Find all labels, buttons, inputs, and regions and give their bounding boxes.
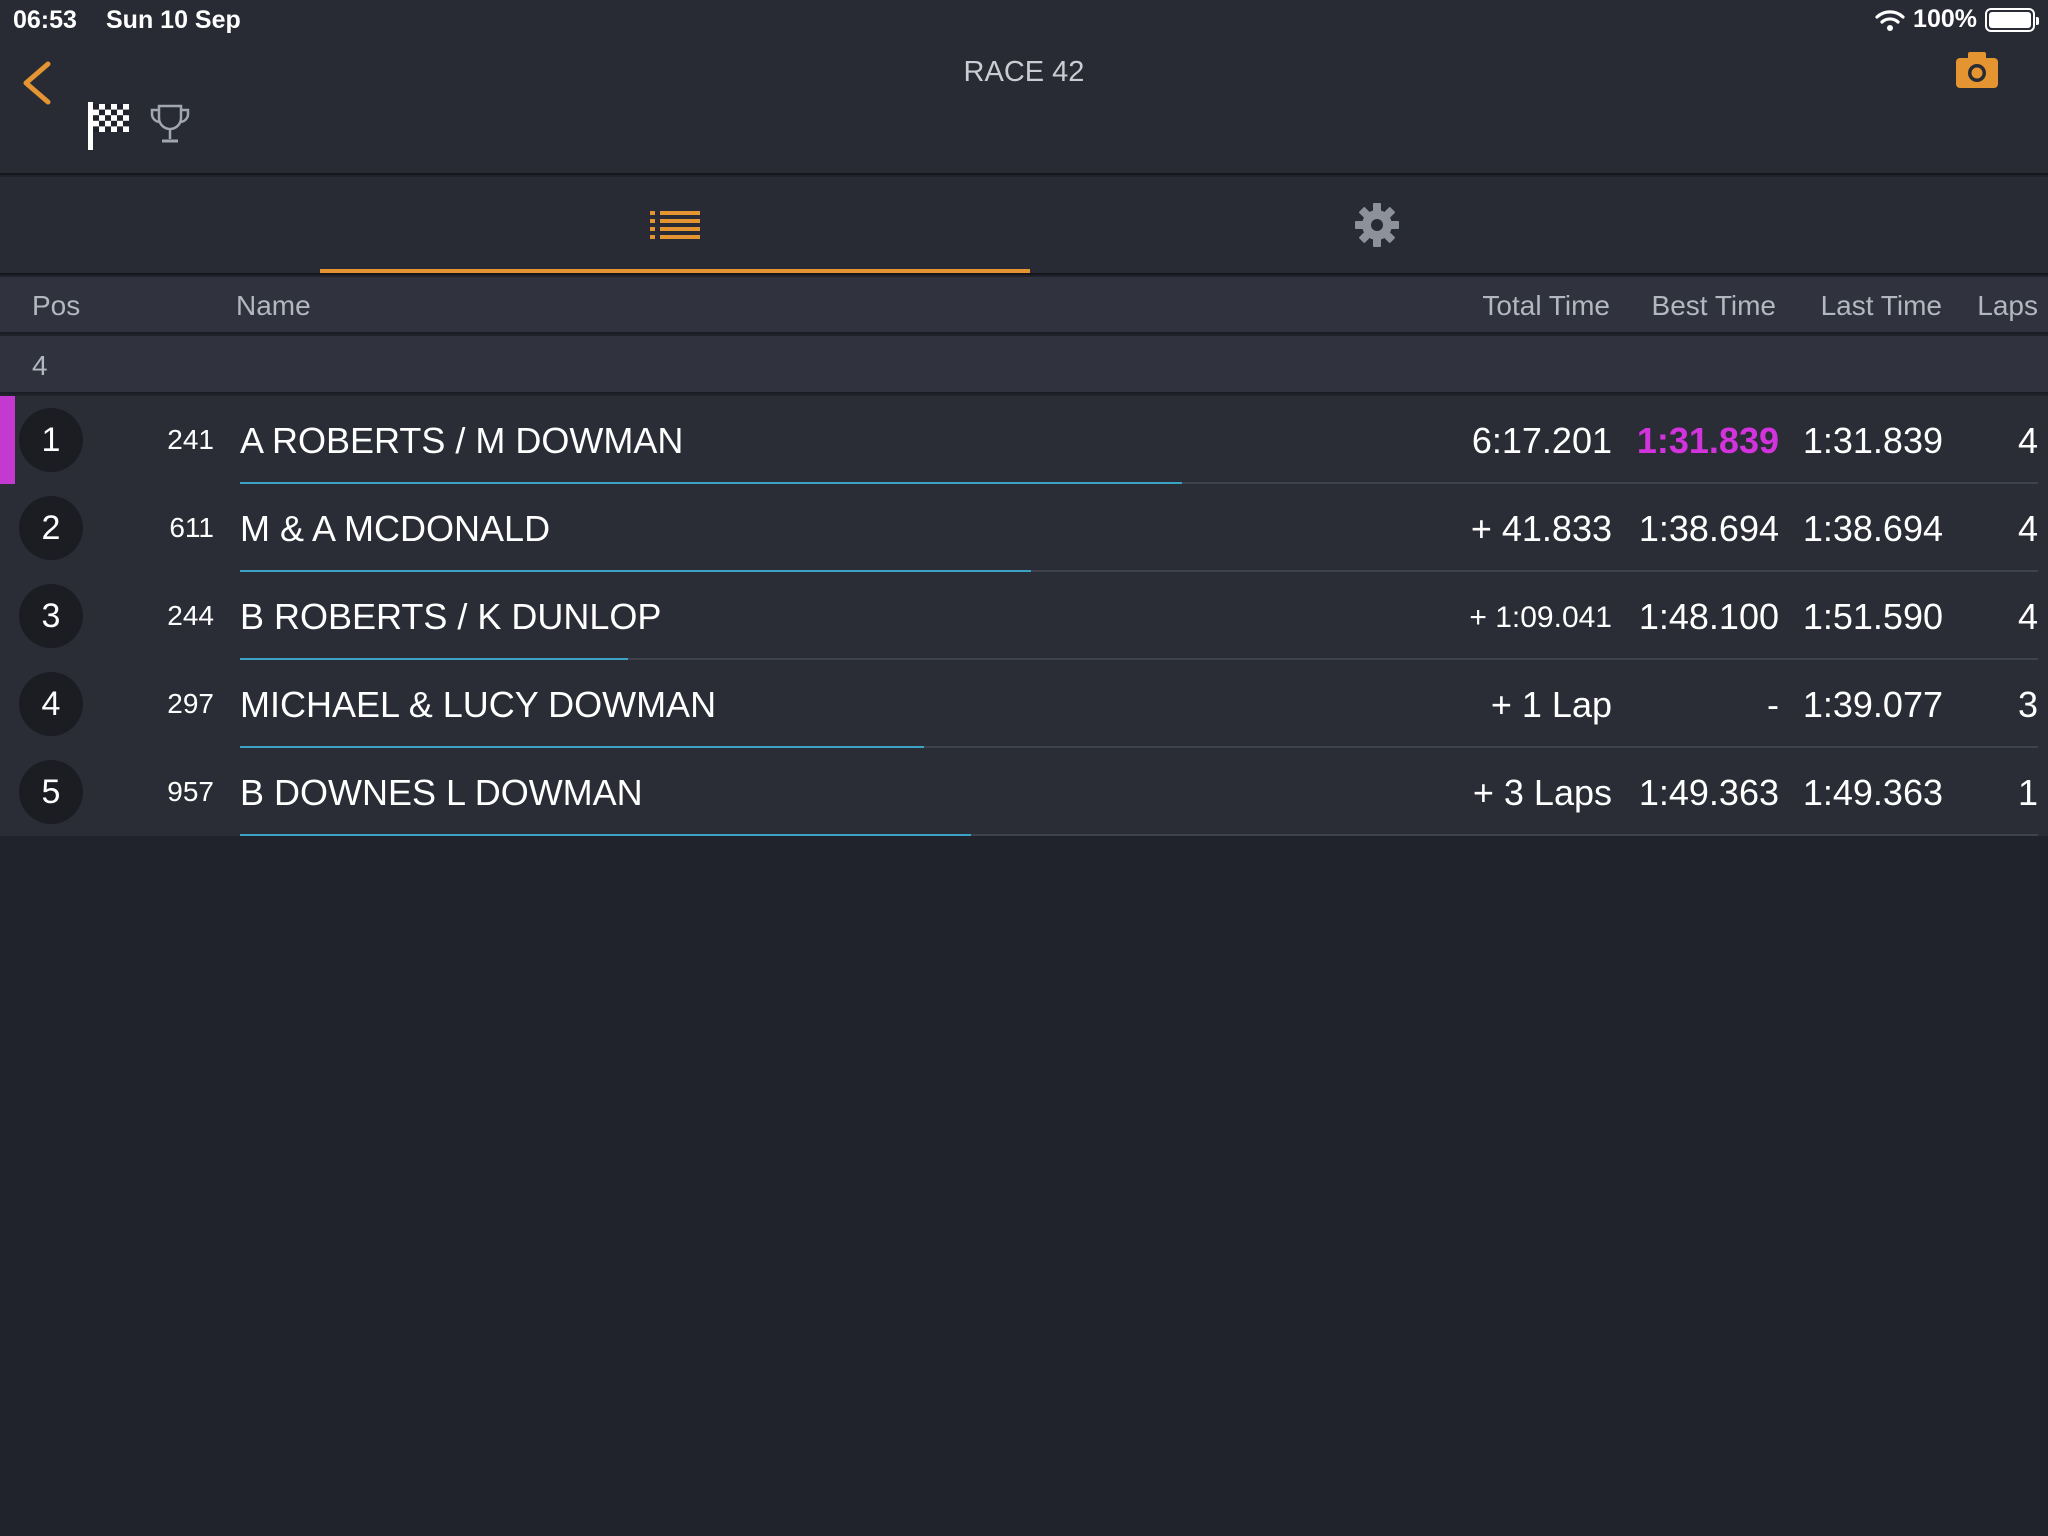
laps-count: 3 — [2017, 684, 2038, 725]
position-badge: 4 — [19, 672, 83, 736]
best-time: 1:31.839 — [1636, 420, 1779, 461]
total-time: + 1 Lap — [1490, 684, 1612, 725]
car-number: 297 — [167, 688, 214, 719]
results-table: 1 241 A ROBERTS / M DOWMAN 6:17.201 1:31… — [0, 396, 2048, 836]
lap-progress-bar — [240, 834, 971, 836]
car-number: 244 — [167, 600, 214, 631]
best-time: 1:49.363 — [1638, 772, 1779, 813]
status-time: 06:53 — [13, 6, 77, 34]
column-name[interactable]: Name — [236, 290, 311, 322]
table-row[interactable]: 1 241 A ROBERTS / M DOWMAN 6:17.201 1:31… — [0, 396, 2048, 484]
trophy-icon[interactable] — [148, 102, 192, 151]
page-title: RACE 42 — [963, 56, 1085, 88]
position-badge: 5 — [19, 760, 83, 824]
column-pos[interactable]: Pos — [32, 290, 80, 322]
battery-percent: 100% — [1913, 5, 1977, 33]
car-number: 611 — [169, 512, 214, 543]
best-time: - — [1767, 684, 1779, 725]
group-header: 4 — [0, 336, 2048, 394]
total-time: 6:17.201 — [1471, 420, 1612, 461]
gear-icon — [1355, 203, 1399, 247]
column-header: Pos Name Total Time Best Time Last Time … — [0, 277, 2048, 334]
total-time: + 41.833 — [1470, 508, 1612, 549]
table-row[interactable]: 2 611 M & A MCDONALD + 41.833 1:38.694 1… — [0, 484, 2048, 572]
laps-count: 4 — [2017, 596, 2038, 637]
group-label: 4 — [32, 350, 48, 381]
total-time: + 1:09.041 — [1469, 601, 1612, 634]
table-row[interactable]: 5 957 B DOWNES L DOWMAN + 3 Laps 1:49.36… — [0, 748, 2048, 836]
driver-name: MICHAEL & LUCY DOWMAN — [240, 684, 717, 725]
position-badge: 2 — [19, 496, 83, 560]
driver-name: B ROBERTS / K DUNLOP — [240, 596, 662, 637]
last-time: 1:38.694 — [1802, 508, 1943, 549]
column-last-time[interactable]: Last Time — [1821, 290, 1942, 322]
laps-count: 1 — [2017, 772, 2038, 813]
checkered-flag-icon[interactable] — [86, 100, 132, 157]
tab-results-list[interactable] — [320, 177, 1030, 273]
car-number: 241 — [167, 424, 214, 455]
last-time: 1:51.590 — [1802, 596, 1943, 637]
total-time: + 3 Laps — [1472, 772, 1612, 813]
camera-icon — [1956, 52, 1998, 88]
driver-name: B DOWNES L DOWMAN — [240, 772, 643, 813]
status-bar: 06:53 Sun 10 Sep 100% — [0, 0, 2048, 40]
camera-button[interactable] — [1955, 50, 1999, 95]
column-laps[interactable]: Laps — [1977, 290, 2038, 322]
column-best-time[interactable]: Best Time — [1652, 290, 1776, 322]
tab-settings[interactable] — [1022, 177, 1732, 273]
position-badge: 1 — [19, 408, 83, 472]
table-row[interactable]: 4 297 MICHAEL & LUCY DOWMAN + 1 Lap - 1:… — [0, 660, 2048, 748]
battery-icon — [1985, 7, 2039, 32]
last-time: 1:49.363 — [1802, 772, 1943, 813]
best-time: 1:38.694 — [1638, 508, 1779, 549]
column-total-time[interactable]: Total Time — [1482, 290, 1610, 322]
view-tabs — [0, 177, 2048, 275]
wifi-icon — [1875, 9, 1905, 31]
laps-count: 4 — [2017, 420, 2038, 461]
driver-name: M & A MCDONALD — [240, 508, 551, 549]
status-date: Sun 10 Sep — [106, 6, 241, 34]
last-time: 1:39.077 — [1802, 684, 1943, 725]
driver-name: A ROBERTS / M DOWMAN — [240, 420, 684, 461]
last-time: 1:31.839 — [1802, 420, 1943, 461]
best-time: 1:48.100 — [1638, 596, 1779, 637]
list-icon — [650, 211, 700, 239]
status-right: 100% — [1875, 5, 2039, 34]
car-number: 957 — [167, 776, 214, 807]
laps-count: 4 — [2017, 508, 2038, 549]
leader-marker — [0, 396, 15, 484]
table-row[interactable]: 3 244 B ROBERTS / K DUNLOP + 1:09.041 1:… — [0, 572, 2048, 660]
position-badge: 3 — [19, 584, 83, 648]
